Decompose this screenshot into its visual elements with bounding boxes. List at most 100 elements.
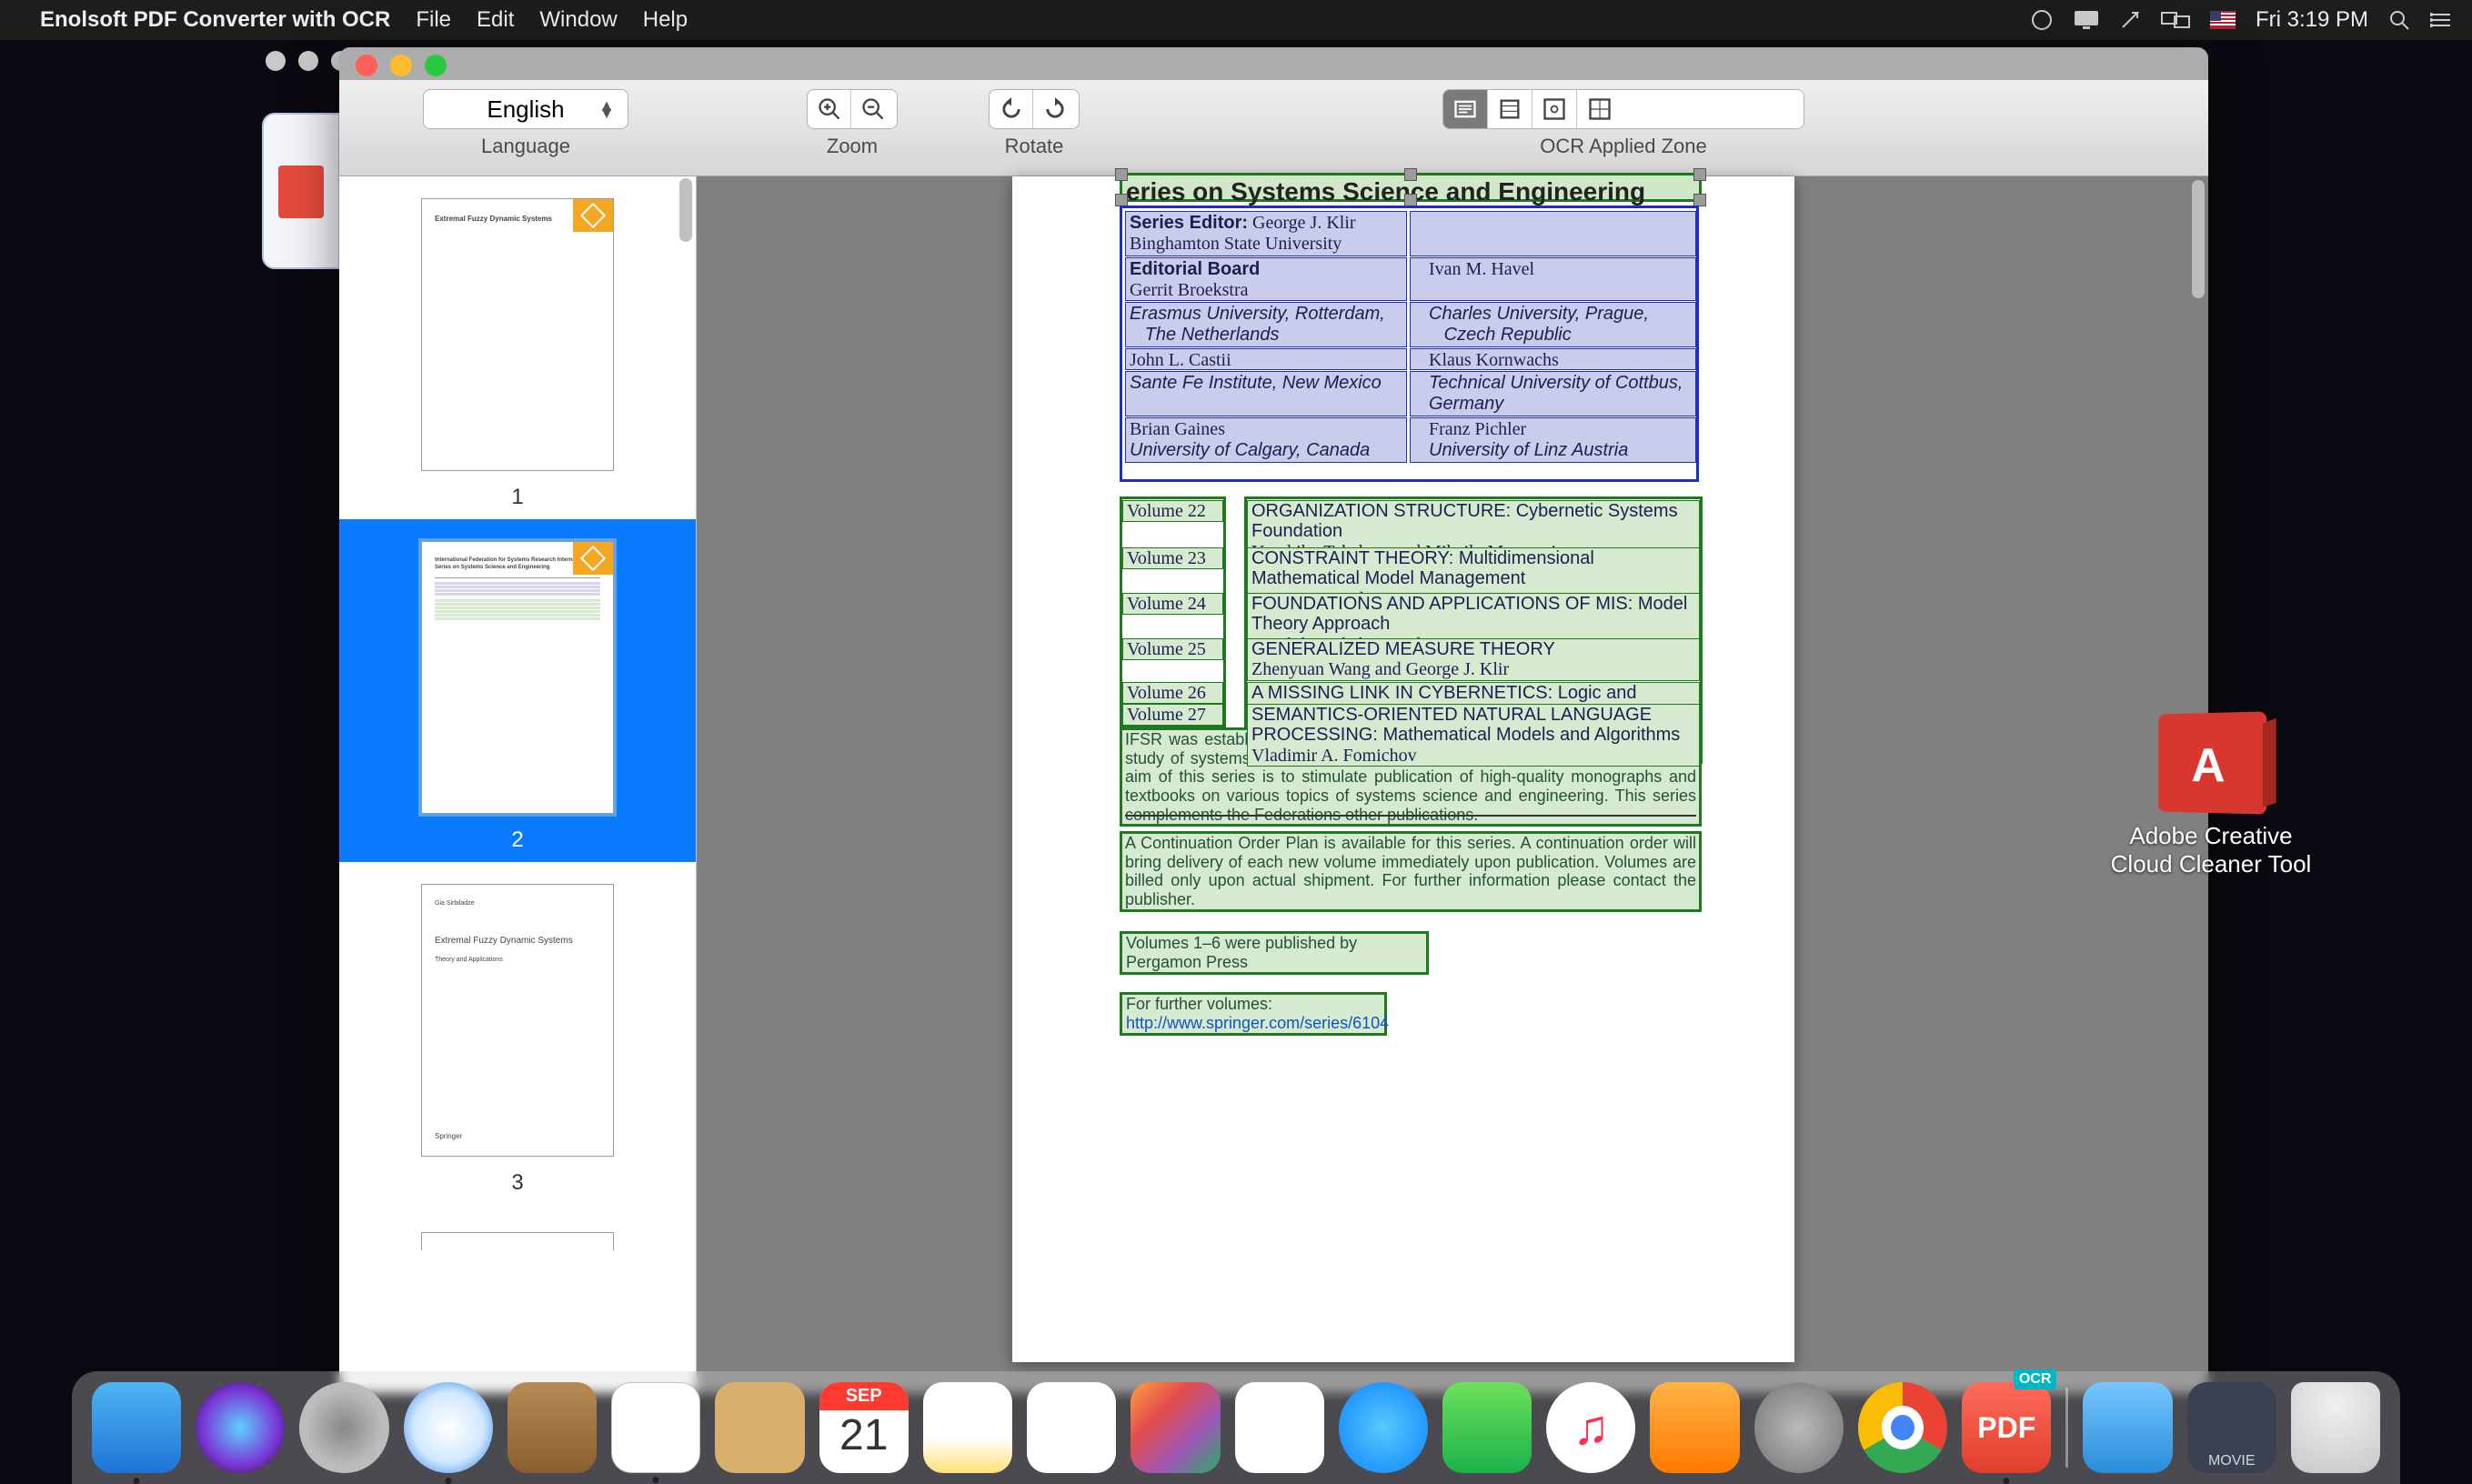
volume-label: Volume 22 [1122,500,1223,522]
dock: SEP21 OCRPDF MOVIE [72,1371,2400,1484]
page-canvas[interactable]: eries on Systems Science and Engineering… [697,176,2208,1393]
minimize-button[interactable] [390,55,412,76]
language-value: English [487,95,564,124]
menu-edit[interactable]: Edit [477,7,514,33]
ocr-zone-paragraph-3[interactable]: Volumes 1–6 were published by Pergamon P… [1120,931,1429,975]
dock-reminders[interactable] [1027,1382,1116,1473]
resize-handle[interactable] [1115,194,1128,206]
mac-menubar: Enolsoft PDF Converter with OCR File Edi… [0,0,2472,40]
table-cell: John L. Castii [1125,348,1407,370]
ocr-mark-text-button[interactable] [1443,90,1488,128]
resize-handle[interactable] [1404,168,1417,181]
dock-contacts[interactable] [715,1382,804,1473]
status-screens-icon[interactable] [2161,10,2190,30]
resize-handle[interactable] [1115,168,1128,181]
dock-eagle[interactable] [507,1382,597,1473]
ocr-zone-series-table[interactable]: Series Editor: George J. KlirBinghamton … [1120,206,1699,482]
zoom-button[interactable] [425,55,447,76]
resize-handle[interactable] [1693,194,1706,206]
sidebar-scrollbar[interactable] [679,178,692,242]
ocr-zone-link[interactable]: For further volumes: http://www.springer… [1120,992,1387,1036]
thumbnail-sidebar: Extremal Fuzzy Dynamic Systems 1 Interna… [339,176,697,1393]
dock-photos[interactable] [1235,1382,1324,1473]
caret-updown-icon: ▲▼ [598,102,615,116]
zoom-in-button[interactable] [808,90,851,128]
resize-handle[interactable] [1404,194,1417,206]
dock-pdf-converter[interactable]: OCRPDF [1962,1382,2051,1473]
table-cell: Franz PichlerUniversity of Linz Austria [1410,417,1696,463]
dock-chrome[interactable] [1858,1382,1947,1473]
language-label: Language [423,135,628,158]
volume-entry: SEMANTICS-ORIENTED NATURAL LANGUAGE PROC… [1247,704,1700,767]
toolbar: English ▲▼ Language Zoom Rotate [339,80,2208,176]
spotlight-icon[interactable] [2388,9,2410,31]
ocr-zone-label: OCR Applied Zone [1442,135,1804,158]
dock-mail[interactable] [611,1382,700,1473]
thumbnail-page-2[interactable]: International Federation for Systems Res… [339,519,696,862]
ocr-editor-window: English ▲▼ Language Zoom Rotate [339,47,2208,1393]
dock-system-preferences[interactable] [1754,1382,1844,1473]
table-cell: Ivan M. Havel [1410,257,1696,301]
menubar-clock[interactable]: Fri 3:19 PM [2256,7,2368,33]
thumb-number: 3 [339,1170,696,1196]
table-cell: Series Editor: George J. KlirBinghamton … [1125,211,1407,256]
status-display-icon[interactable] [2074,10,2099,30]
edit-badge-icon [573,199,613,232]
pdf-file-icon [278,165,324,218]
zoom-label: Zoom [807,135,898,158]
dock-dashboard[interactable] [1130,1382,1220,1473]
dock-finder[interactable] [92,1382,181,1473]
language-group: English ▲▼ Language [423,89,628,158]
rotate-cw-button[interactable] [1033,90,1077,128]
volume-label: Volume 27 [1122,704,1223,726]
dock-separator [2065,1388,2068,1468]
status-flag-icon[interactable] [2210,11,2236,29]
thumbnail-page-3[interactable]: Gia Sirbiladze Extremal Fuzzy Dynamic Sy… [339,862,696,1205]
dock-notes[interactable] [923,1382,1012,1473]
dock-siri[interactable] [196,1382,285,1473]
table-cell [1410,211,1696,256]
ocr-zone-paragraph-2[interactable]: A Continuation Order Plan is available f… [1120,831,1702,912]
status-cc-icon[interactable] [2030,8,2054,32]
thumbnail-page-4[interactable] [339,1205,696,1264]
canvas-scrollbar[interactable] [2192,180,2205,298]
language-select[interactable]: English ▲▼ [423,89,628,129]
ocr-zone-title[interactable]: eries on Systems Science and Engineering [1120,173,1702,202]
close-button[interactable] [356,55,377,76]
ocr-zone-group: OCR Applied Zone [1442,89,1804,158]
app-name[interactable]: Enolsoft PDF Converter with OCR [40,7,390,33]
dock-ibooks[interactable] [1650,1382,1739,1473]
dock-launchpad[interactable] [299,1382,388,1473]
volume-label: Volume 24 [1122,593,1223,615]
ocr-mark-table-button[interactable] [1577,90,1622,128]
zoom-out-button[interactable] [851,90,895,128]
ocr-mark-image-button[interactable] [1532,90,1577,128]
table-cell: Editorial BoardGerrit Broekstra [1125,257,1407,301]
status-arrow-icon[interactable] [2119,9,2141,31]
resize-handle[interactable] [1693,168,1706,181]
dock-safari[interactable] [404,1382,493,1473]
rotate-label: Rotate [989,135,1080,158]
dock-trash[interactable] [2291,1382,2380,1473]
dock-itunes[interactable] [1546,1382,1635,1473]
menu-help[interactable]: Help [643,7,688,33]
zoom-group: Zoom [807,89,898,158]
dock-facetime[interactable] [1442,1382,1532,1473]
volume-label: Volume 23 [1122,547,1223,569]
dock-messages[interactable] [1339,1382,1428,1473]
thumbnail-page-1[interactable]: Extremal Fuzzy Dynamic Systems 1 [339,176,696,519]
table-cell: Sante Fe Institute, New Mexico [1125,371,1407,416]
rotate-group: Rotate [989,89,1080,158]
dock-movie-folder[interactable]: MOVIE [2187,1382,2276,1473]
notification-center-icon[interactable] [2430,11,2452,29]
menu-window[interactable]: Window [539,7,617,33]
desktop-icon-adobe-cleaner[interactable]: A Adobe Creative Cloud Cleaner Tool [2106,713,2316,878]
dock-calendar[interactable]: SEP21 [819,1382,909,1473]
rotate-ccw-button[interactable] [990,90,1033,128]
menu-file[interactable]: File [416,7,451,33]
table-cell: Erasmus University, Rotterdam, The Nethe… [1125,302,1407,347]
adobe-icon: A [2158,711,2266,814]
page-view: eries on Systems Science and Engineering… [1012,176,1794,1362]
dock-downloads[interactable] [2083,1382,2172,1473]
ocr-mark-paragraph-button[interactable] [1488,90,1532,128]
